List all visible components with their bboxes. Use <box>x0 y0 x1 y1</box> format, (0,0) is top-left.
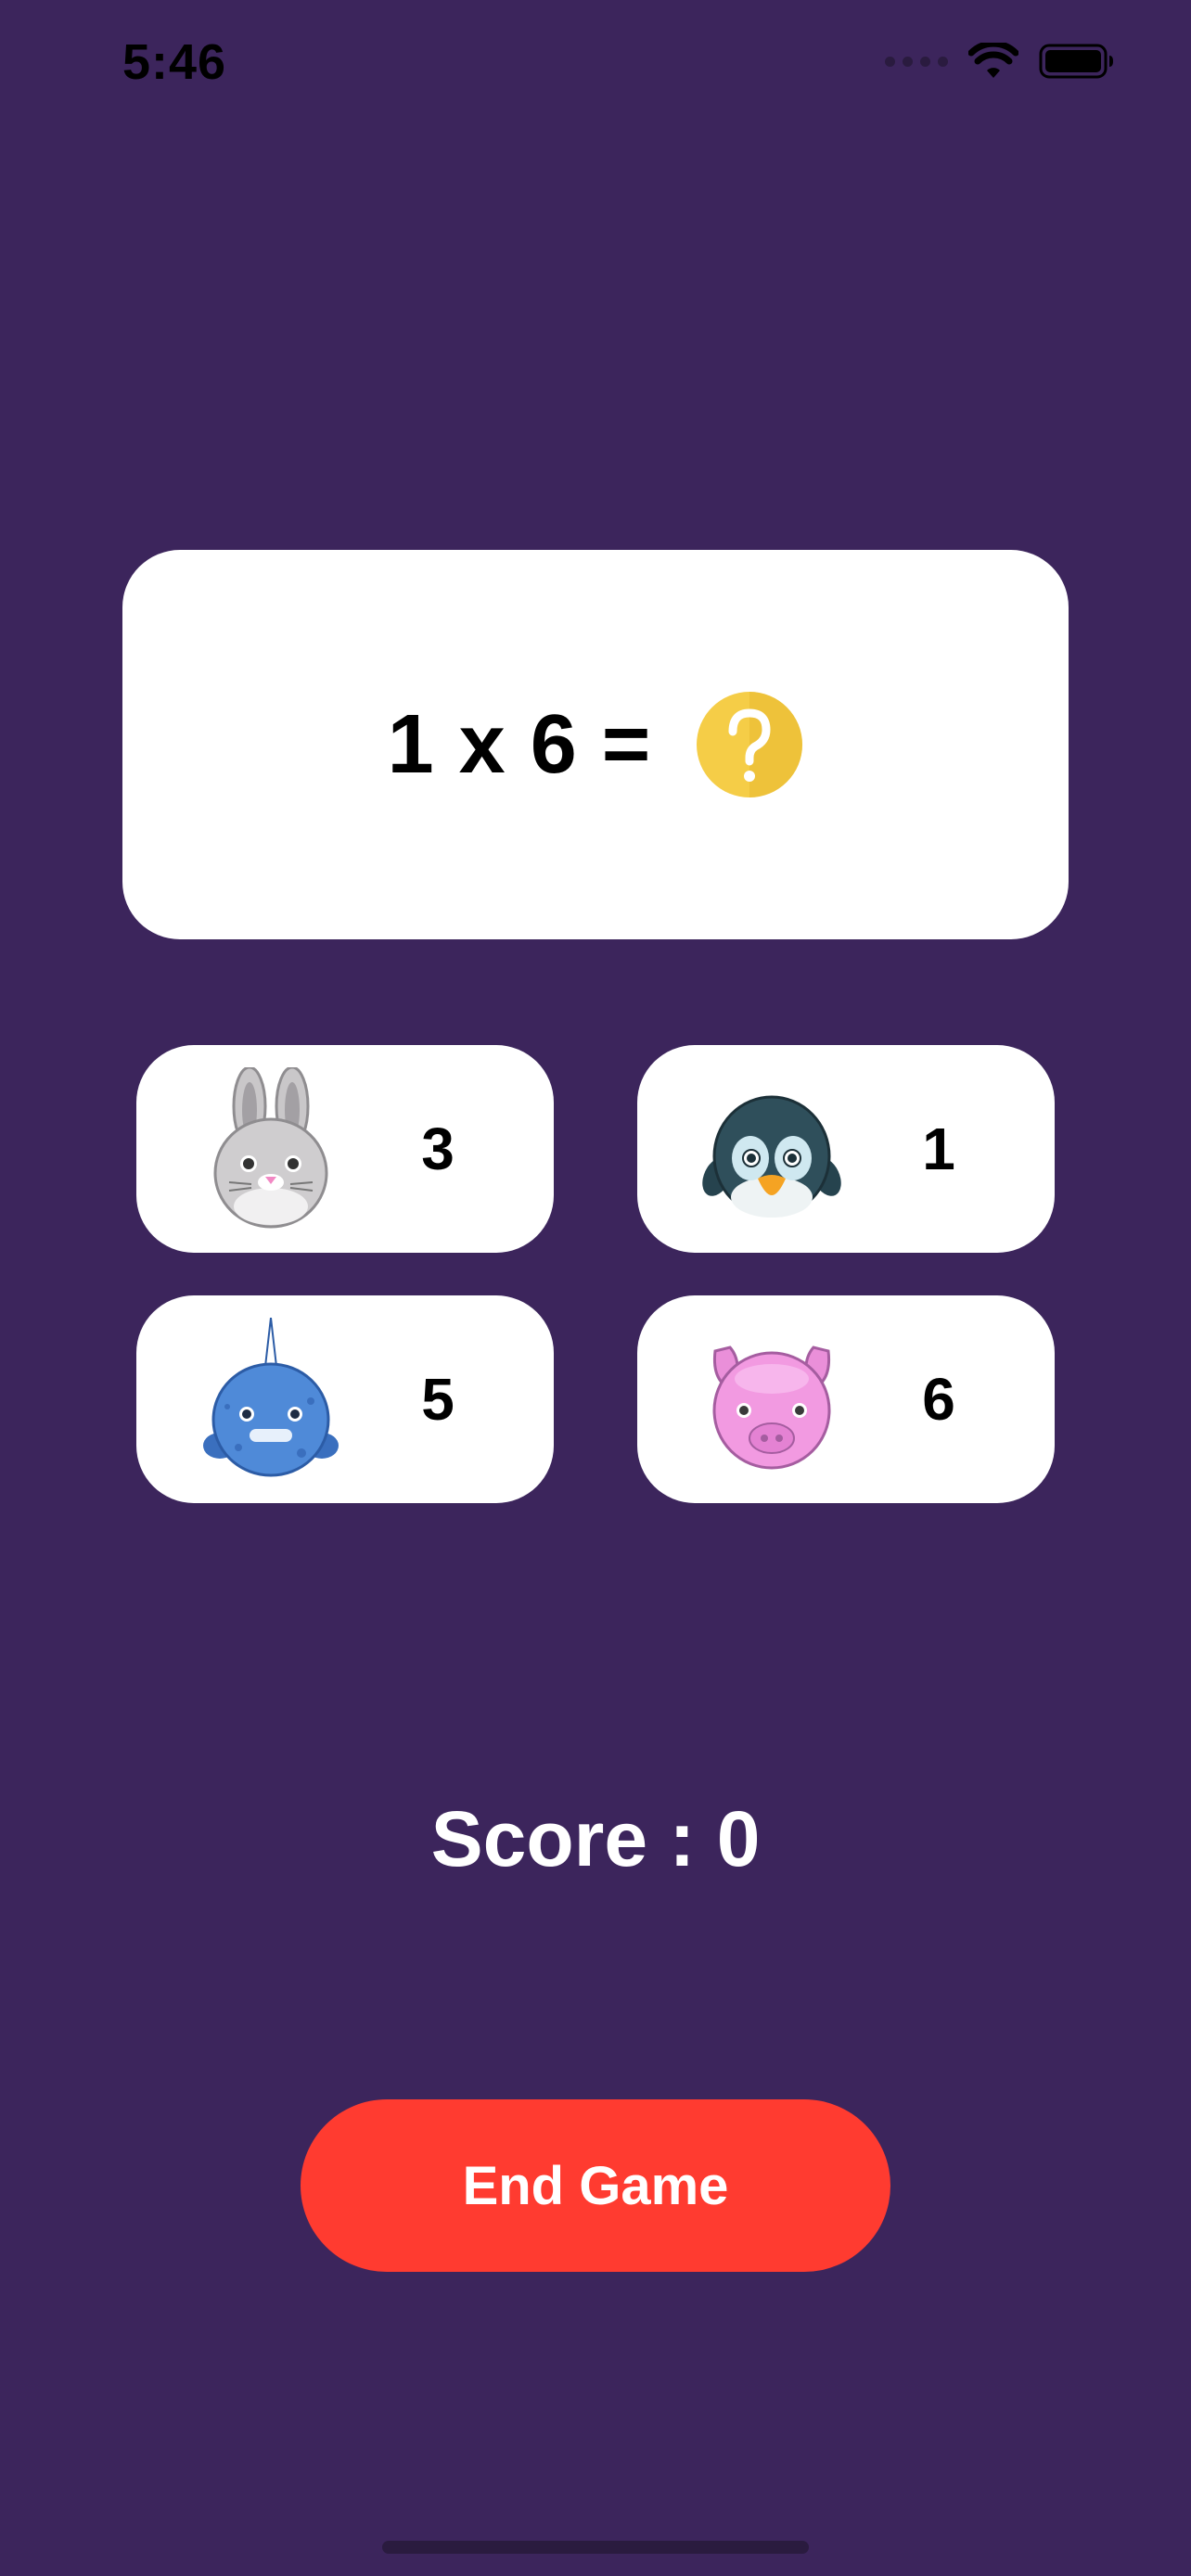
question-mark-icon <box>697 692 803 797</box>
answer-card-rabbit[interactable]: 3 <box>136 1045 554 1253</box>
home-indicator[interactable] <box>382 2541 809 2554</box>
wifi-icon <box>968 43 1018 78</box>
penguin-icon <box>702 1095 841 1218</box>
cellular-signal-icon <box>885 56 948 67</box>
answer-card-penguin[interactable]: 1 <box>637 1045 1055 1253</box>
rabbit-icon <box>213 1067 328 1229</box>
status-time: 5:46 <box>122 34 227 90</box>
status-icons <box>885 43 1115 80</box>
answer-value: 5 <box>421 1366 455 1433</box>
answer-card-narwhal[interactable]: 5 <box>136 1295 554 1503</box>
answer-value: 3 <box>421 1116 455 1182</box>
pig-icon <box>712 1345 831 1470</box>
answer-value: 6 <box>922 1366 955 1433</box>
question-card: 1 x 6 = <box>122 550 1069 939</box>
narwhal-icon <box>203 1318 339 1477</box>
answer-value: 1 <box>922 1116 955 1182</box>
answer-card-pig[interactable]: 6 <box>637 1295 1055 1503</box>
battery-icon <box>1039 44 1113 79</box>
question-text: 1 x 6 = <box>387 697 652 791</box>
end-game-button[interactable]: End Game <box>301 2099 890 2272</box>
score-label: Score : 0 <box>430 1795 761 1882</box>
